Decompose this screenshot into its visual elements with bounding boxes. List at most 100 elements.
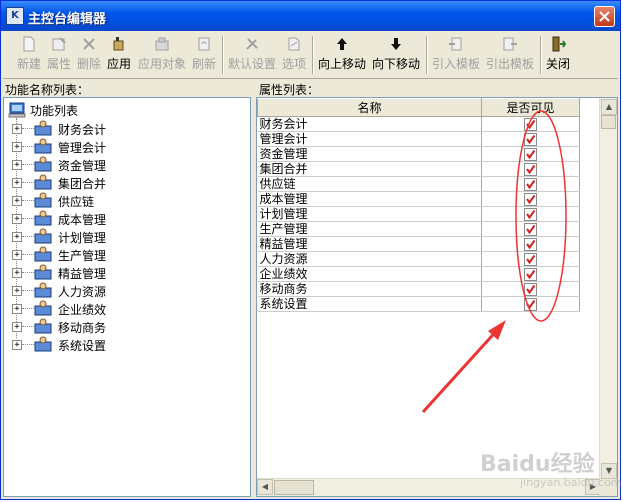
visible-checkbox[interactable] (524, 163, 537, 176)
computer-icon (8, 102, 26, 118)
row-visible-cell (481, 191, 580, 207)
visible-checkbox[interactable] (524, 118, 537, 131)
tree-item-label: 财务会计 (58, 123, 107, 137)
expand-icon[interactable]: + (12, 178, 22, 188)
checkmark-icon (526, 269, 536, 280)
table-row[interactable]: 财务会计 (257, 116, 580, 132)
table-row[interactable]: 系统设置 (257, 296, 580, 312)
row-visible-cell (481, 281, 580, 297)
refresh-button[interactable]: 刷新 (190, 34, 218, 76)
export-template-button[interactable]: 引出模板 (484, 34, 536, 76)
delete-button[interactable]: 删除 (75, 34, 103, 76)
visible-checkbox[interactable] (524, 283, 537, 296)
properties-button[interactable]: 属性 (45, 34, 73, 76)
move-down-button[interactable]: 向下移动 (370, 34, 422, 76)
visible-checkbox[interactable] (524, 223, 537, 236)
user-group-icon (34, 246, 52, 262)
import-template-button[interactable]: 引入模板 (430, 34, 482, 76)
tree-item-label: 企业绩效 (58, 303, 107, 317)
visible-checkbox[interactable] (524, 193, 537, 206)
expand-icon[interactable]: + (12, 322, 22, 332)
visible-checkbox[interactable] (524, 133, 537, 146)
default-settings-button[interactable]: 默认设置 (226, 34, 278, 76)
tree-item-label: 生产管理 (58, 249, 107, 263)
table-row[interactable]: 资金管理 (257, 146, 580, 162)
table-row[interactable]: 人力资源 (257, 251, 580, 267)
user-group-icon (34, 228, 52, 244)
table-row[interactable]: 精益管理 (257, 236, 580, 252)
row-name-cell: 移动商务 (257, 281, 482, 297)
checkmark-icon (526, 134, 536, 145)
table-row[interactable]: 生产管理 (257, 221, 580, 237)
expand-icon[interactable]: + (12, 124, 22, 134)
user-group-icon (34, 156, 52, 172)
apply-object-button[interactable]: 应用对象 (136, 34, 188, 76)
visible-checkbox[interactable] (524, 208, 537, 221)
title-bar[interactable]: K 主控台编辑器 (1, 1, 620, 31)
expand-icon[interactable]: + (12, 268, 22, 278)
refresh-icon (198, 37, 210, 51)
apply-button-label: 应用 (106, 57, 131, 71)
scroll-up-button[interactable]: ▲ (601, 99, 617, 115)
visible-checkbox[interactable] (524, 238, 537, 251)
table-row[interactable]: 集团合并 (257, 161, 580, 177)
vertical-scrollbar[interactable]: ▲ ▼ (599, 98, 617, 480)
expand-icon[interactable]: + (12, 232, 22, 242)
table-row[interactable]: 计划管理 (257, 206, 580, 222)
expand-icon[interactable]: + (12, 250, 22, 260)
row-visible-cell (481, 176, 580, 192)
options-button-label: 选项 (281, 57, 306, 71)
visible-checkbox[interactable] (524, 298, 537, 311)
property-grid[interactable]: 名称 是否可见 财务会计 管理会计 资金管理 集团合并 供应链 成本管理 计划管理 生产管理精… (256, 97, 618, 497)
new-button[interactable]: 新建 (15, 34, 43, 76)
checkmark-icon (526, 119, 536, 130)
checkmark-icon (526, 284, 536, 295)
scroll-thumb-vertical[interactable] (601, 115, 616, 129)
user-group-icon (34, 264, 52, 280)
user-group-icon (34, 174, 52, 190)
table-row[interactable]: 成本管理 (257, 191, 580, 207)
function-tree[interactable]: 功能列表 + 财务会计 + 管理会计 + 资金管理 + 集团合并 + 供应链 + 成本管理 + 计划管理 +… (3, 97, 251, 497)
user-group-icon (34, 120, 52, 136)
options-button[interactable]: 选项 (280, 34, 308, 76)
tree-item-label: 系统设置 (58, 339, 107, 353)
row-name-cell: 集团合并 (257, 161, 482, 177)
scroll-left-button[interactable]: ◀ (257, 479, 273, 495)
toolbar-separator (426, 36, 428, 74)
row-visible-cell (481, 131, 580, 147)
expand-icon[interactable]: + (12, 304, 22, 314)
tree-root-label: 功能列表 (30, 104, 79, 118)
expand-icon[interactable]: + (12, 214, 22, 224)
table-row[interactable]: 供应链 (257, 176, 580, 192)
baidu-watermark: Baidu经验 jingyan.baidu.com (480, 446, 622, 489)
row-name-cell: 生产管理 (257, 221, 482, 237)
checkmark-icon (526, 179, 536, 190)
expand-icon[interactable]: + (12, 142, 22, 152)
move-up-button[interactable]: 向上移动 (316, 34, 368, 76)
user-group-icon (34, 210, 52, 226)
close-button[interactable]: 关闭 (544, 34, 572, 76)
expand-icon[interactable]: + (12, 160, 22, 170)
table-row[interactable]: 移动商务 (257, 281, 580, 297)
scroll-thumb-horizontal[interactable] (274, 480, 314, 495)
column-header-visible[interactable]: 是否可见 (481, 98, 580, 117)
property-list-label: 属性列表： (259, 83, 320, 97)
expand-icon[interactable]: + (12, 196, 22, 206)
expand-icon[interactable]: + (12, 286, 22, 296)
toolbar-separator (222, 36, 224, 74)
move-up-button-label: 向上移动 (317, 57, 366, 71)
user-group-icon (34, 300, 52, 316)
visible-checkbox[interactable] (524, 148, 537, 161)
expand-icon[interactable]: + (12, 340, 22, 350)
visible-checkbox[interactable] (524, 178, 537, 191)
close-window-button[interactable] (594, 6, 615, 27)
row-name-cell: 管理会计 (257, 131, 482, 147)
apply-button[interactable]: 应用 (105, 34, 133, 76)
column-header-name[interactable]: 名称 (257, 98, 482, 117)
visible-checkbox[interactable] (524, 268, 537, 281)
visible-checkbox[interactable] (524, 253, 537, 266)
table-row[interactable]: 企业绩效 (257, 266, 580, 282)
table-row[interactable]: 管理会计 (257, 131, 580, 147)
property-table: 名称 是否可见 财务会计 管理会计 资金管理 集团合并 供应链 成本管理 计划管理 生产管理精… (257, 98, 580, 312)
row-name-cell: 计划管理 (257, 206, 482, 222)
